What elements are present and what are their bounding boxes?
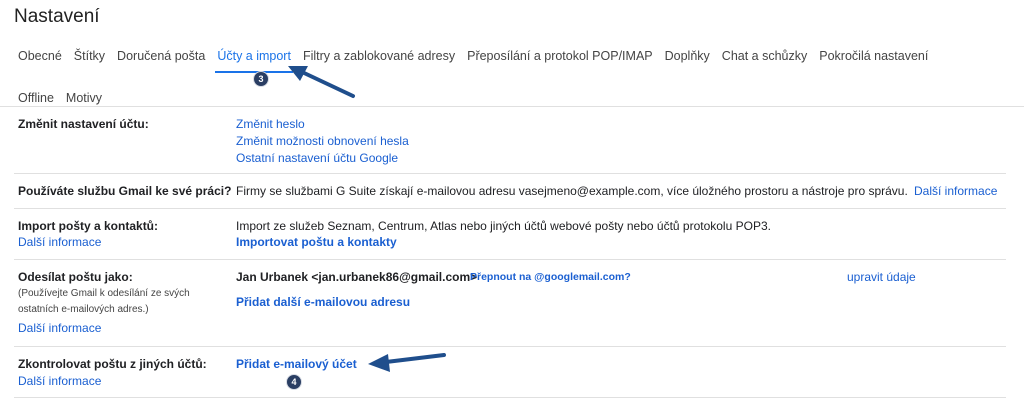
arrow-step4-icon [368,353,446,372]
step-4-badge: 4 [286,374,302,390]
step-3-badge: 3 [253,71,269,87]
annotation-arrows [288,66,446,372]
arrow-step3-icon [288,66,355,98]
